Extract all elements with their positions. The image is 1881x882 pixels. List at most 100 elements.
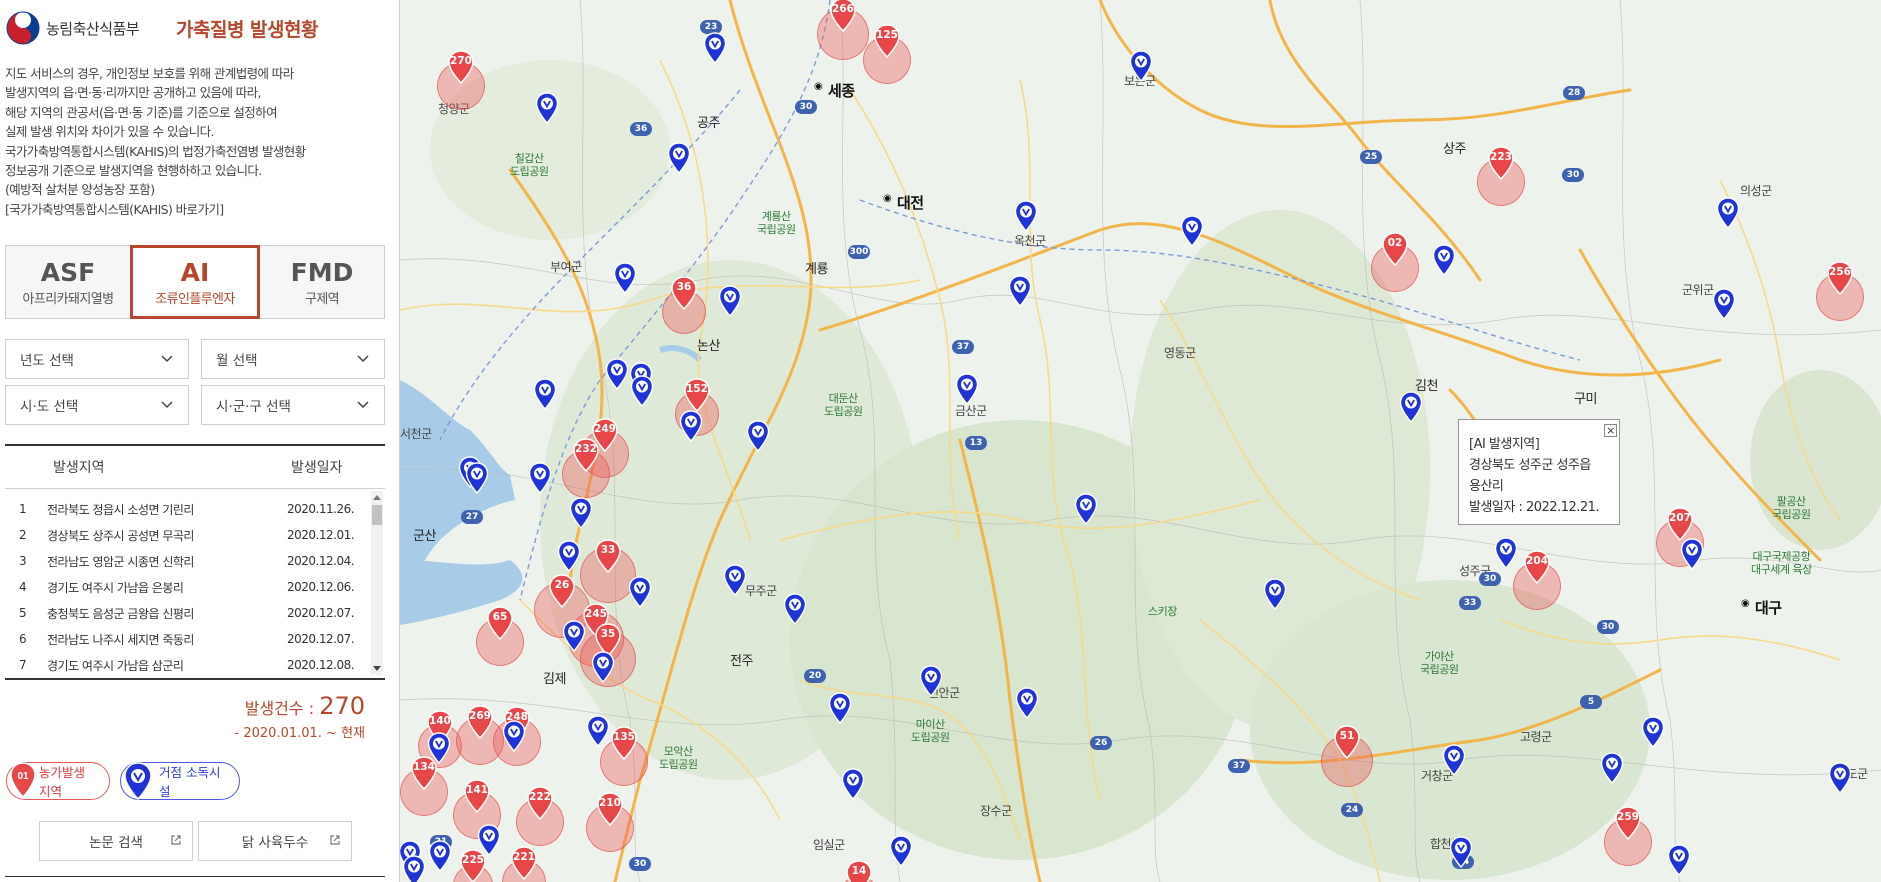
disinfection-facility-pin[interactable] [465, 462, 489, 495]
disinfection-facility-pin[interactable] [746, 420, 770, 453]
legend-farm-outbreak[interactable]: 01 농가발생지역 [6, 762, 110, 800]
outbreak-pin[interactable]: 256 [1826, 261, 1854, 296]
outbreak-pin[interactable]: 152 [683, 378, 711, 413]
disinfection-facility-pin[interactable] [605, 358, 629, 391]
disinfection-facility-pin[interactable] [889, 835, 913, 868]
paper-search-button[interactable]: 논문 검색 [39, 821, 193, 861]
disinfection-facility-pin[interactable] [562, 620, 586, 653]
ministry-logo[interactable]: 농림축산식품부 [6, 10, 140, 46]
outbreak-pin[interactable]: 210 [596, 792, 624, 827]
disinfection-facility-pin[interactable] [1680, 538, 1704, 571]
scroll-down-arrow-icon[interactable] [373, 666, 381, 671]
disinfection-facility-pin[interactable] [402, 855, 426, 882]
disinfection-facility-pin[interactable] [428, 840, 452, 873]
disinfection-facility-pin[interactable] [1180, 215, 1204, 248]
outbreak-pin[interactable]: 26 [548, 574, 576, 609]
disinfection-facility-pin[interactable] [1828, 762, 1852, 795]
disinfection-facility-pin[interactable] [1263, 578, 1287, 611]
chicken-count-button[interactable]: 닭 사육두수 [198, 821, 352, 861]
table-row[interactable]: 6 전라남도 나주시 세지면 죽동리 2020.12.07. [5, 626, 385, 652]
disinfection-facility-pin[interactable] [628, 576, 652, 609]
disinfection-facility-pin[interactable] [841, 768, 865, 801]
table-row[interactable]: 1 전라북도 정읍시 소성면 기린리 2020.11.26. [5, 496, 385, 522]
outbreak-pin[interactable]: 65 [486, 606, 514, 641]
disinfection-facility-pin[interactable] [613, 262, 637, 295]
outbreak-pin[interactable]: 221 [510, 846, 538, 881]
disinfection-facility-pin[interactable] [1432, 244, 1456, 277]
table-body[interactable]: 1 전라북도 정읍시 소성면 기린리 2020.11.26. 2 경상북도 상주시 공성… [5, 489, 385, 678]
table-row[interactable]: 3 전라남도 영암군 시종면 신학리 2020.12.04. [5, 548, 385, 574]
province-select[interactable]: 시·도 선택 [5, 385, 189, 425]
disinfection-facility-pin[interactable] [1667, 844, 1691, 877]
disinfection-facility-pin[interactable] [1014, 200, 1038, 233]
disinfection-facility-pin[interactable] [1015, 687, 1039, 720]
tab-asf[interactable]: ASF 아프리카돼지열병 [6, 246, 130, 318]
disinfection-facility-pin[interactable] [679, 410, 703, 443]
disinfection-facility-pin[interactable] [828, 692, 852, 725]
disinfection-facility-pin[interactable] [586, 715, 610, 748]
outbreak-pin[interactable]: 270 [447, 50, 475, 85]
outbreak-pin[interactable]: 14 [845, 860, 873, 882]
disinfection-facility-pin[interactable] [535, 92, 559, 125]
disinfection-facility-pin[interactable] [718, 285, 742, 318]
disinfection-facility-pin[interactable] [1600, 752, 1624, 785]
disinfection-facility-pin[interactable] [1716, 197, 1740, 230]
disinfection-facility-pin[interactable] [919, 665, 943, 698]
outbreak-pin[interactable]: 266 [829, 0, 857, 33]
disinfection-facility-pin[interactable] [477, 824, 501, 857]
tab-ai[interactable]: AI 조류인플루엔자 [130, 245, 260, 319]
outbreak-pin[interactable]: 125 [873, 24, 901, 59]
year-select[interactable]: 년도 선택 [5, 339, 189, 379]
outbreak-pin[interactable]: 223 [1487, 146, 1515, 181]
disinfection-facility-pin[interactable] [630, 375, 654, 408]
disinfection-facility-pin[interactable] [569, 497, 593, 530]
outbreak-pin[interactable]: 02 [1381, 232, 1409, 267]
disinfection-facility-pin[interactable] [703, 32, 727, 65]
kahis-link[interactable]: [국가가축방역통합시스템(KAHIS) 바로가기] [5, 200, 395, 219]
disinfection-facility-pin[interactable] [427, 732, 451, 765]
outbreak-pin[interactable]: 222 [526, 786, 554, 821]
disinfection-facility-pin[interactable] [1399, 391, 1423, 424]
scroll-up-arrow-icon[interactable] [373, 495, 381, 500]
disinfection-facility-pin[interactable] [502, 720, 526, 753]
table-row[interactable]: 4 경기도 여주시 가남읍 은봉리 2020.12.06. [5, 574, 385, 600]
disinfection-facility-pin[interactable] [1129, 50, 1153, 83]
disinfection-facility-pin[interactable] [667, 142, 691, 175]
outbreak-pin[interactable]: 141 [463, 779, 491, 814]
table-row[interactable]: 5 충청북도 음성군 금왕읍 신평리 2020.12.07. [5, 600, 385, 626]
disinfection-facility-pin[interactable] [955, 373, 979, 406]
month-select[interactable]: 월 선택 [201, 339, 385, 379]
outbreak-pin[interactable]: 204 [1523, 550, 1551, 585]
outbreak-pin[interactable]: 269 [466, 705, 494, 740]
outbreak-pin[interactable]: 232 [572, 438, 600, 473]
outbreak-pin[interactable]: 259 [1614, 806, 1642, 841]
outbreak-pin[interactable]: 51 [1333, 725, 1361, 760]
scroll-thumb[interactable] [372, 505, 382, 525]
disinfection-facility-pin[interactable] [1712, 288, 1736, 321]
outbreak-pin[interactable]: 207 [1666, 507, 1694, 542]
disinfection-facility-pin[interactable] [1494, 537, 1518, 570]
legend-disinfect-facility[interactable]: 거점 소독시설 [120, 762, 240, 801]
city-select[interactable]: 시·군·구 선택 [201, 385, 385, 425]
disinfection-facility-pin[interactable] [1074, 493, 1098, 526]
disinfection-facility-pin[interactable] [1008, 275, 1032, 308]
disinfection-facility-pin[interactable] [533, 378, 557, 411]
table-row[interactable]: 2 경상북도 상주시 공성면 무곡리 2020.12.01. [5, 522, 385, 548]
disinfection-facility-pin[interactable] [783, 593, 807, 626]
disinfection-facility-pin[interactable] [723, 564, 747, 597]
map-place-label: ◉ 대전 [883, 192, 924, 213]
table-scrollbar[interactable] [371, 491, 383, 675]
disinfection-facility-pin[interactable] [591, 651, 615, 684]
tab-fmd[interactable]: FMD 구제역 [260, 246, 384, 318]
table-row[interactable]: 7 경기도 여주시 가남읍 삼군리 2020.12.08. [5, 652, 385, 678]
disinfection-facility-pin[interactable] [528, 462, 552, 495]
outbreak-pin[interactable]: 36 [670, 276, 698, 311]
disinfection-facility-pin[interactable] [557, 540, 581, 573]
close-icon[interactable]: × [1604, 424, 1617, 437]
outbreak-map[interactable]: ◉ 세종 ◉ 대전 ◉ 대구 공주 논산 군산 김제 전주 상주 김천 구미 계룡 청양군 부여군 서천군 옥천군 영… [400, 0, 1881, 882]
outbreak-pin[interactable]: 33 [594, 539, 622, 574]
disinfection-facility-pin[interactable] [1449, 836, 1473, 869]
disinfection-facility-pin[interactable] [1442, 744, 1466, 777]
outbreak-pin[interactable]: 135 [610, 726, 638, 761]
disinfection-facility-pin[interactable] [1641, 716, 1665, 749]
